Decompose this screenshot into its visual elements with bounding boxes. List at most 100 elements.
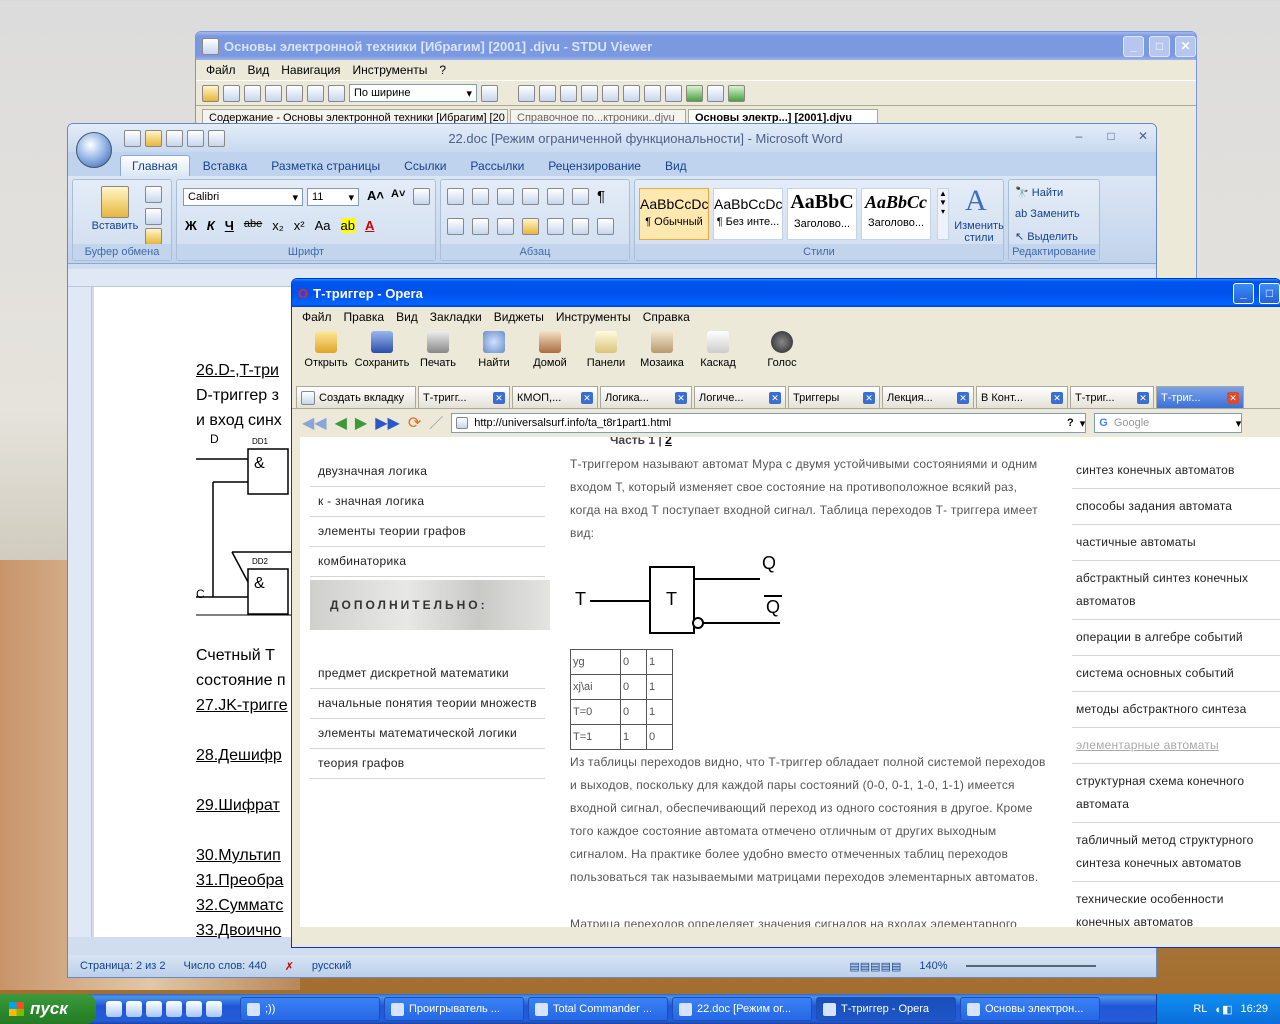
menu-tools[interactable]: Инструменты	[550, 310, 637, 324]
close-tab-icon[interactable]: ✕	[1137, 391, 1149, 404]
tab-view[interactable]: Вид	[654, 156, 698, 176]
menu-view[interactable]: Вид	[390, 310, 424, 324]
zoom-in-icon[interactable]	[481, 84, 498, 102]
close-tab-icon[interactable]: ✕	[769, 391, 781, 404]
taskbar-item[interactable]: Total Commander ...	[528, 997, 668, 1021]
tab-2[interactable]: КМОП,... ✕	[512, 386, 598, 408]
nav-link[interactable]: частичные автоматы	[1072, 525, 1280, 561]
firefox-icon[interactable]	[146, 1001, 162, 1017]
media-player-icon[interactable]	[126, 1001, 142, 1017]
tab-5[interactable]: Триггеры ✕	[788, 386, 880, 408]
spellcheck-icon[interactable]: ✗	[285, 960, 294, 973]
url-field[interactable]: http://universalsurf.info/ta_t8r1part1.h…	[451, 413, 1087, 433]
zoom-select[interactable]: По ширине ▾	[349, 84, 477, 102]
nav-link[interactable]: методы абстрактного синтеза	[1072, 692, 1280, 728]
underline-icon[interactable]: Ч	[225, 218, 234, 233]
hand-tool-icon[interactable]	[581, 84, 598, 102]
preview-icon[interactable]	[208, 129, 225, 147]
paste-button[interactable]: Вставить	[85, 220, 145, 232]
nav-link[interactable]: элементы математической логики	[310, 719, 545, 749]
taskbar-item-active[interactable]: Т-триггер - Opera	[816, 997, 956, 1021]
cut-icon[interactable]	[145, 186, 162, 203]
menu-navigation[interactable]: Навигация	[275, 63, 346, 77]
menu-file[interactable]: Файл	[296, 310, 338, 324]
nav-link[interactable]: абстрактный синтез конечных автоматов	[1072, 561, 1280, 620]
nav-link[interactable]: табличный метод структурного синтеза кон…	[1072, 823, 1280, 882]
decrease-indent-icon[interactable]	[522, 188, 539, 205]
find-icon[interactable]	[560, 84, 577, 102]
mail-icon[interactable]	[186, 1001, 202, 1017]
tray-icons[interactable]: ◐◧	[1215, 1003, 1232, 1016]
new-tab-button[interactable]: Создать вкладку	[296, 386, 416, 408]
nav-link[interactable]: структурная схема конечного автомата	[1072, 764, 1280, 823]
search-field[interactable]: G Google ▾	[1094, 413, 1243, 433]
sync-icon[interactable]	[686, 84, 703, 102]
nav-link[interactable]: элементы теории графов	[310, 517, 545, 547]
print-button[interactable]: Печать	[410, 331, 466, 369]
maximize-button[interactable]: □	[1149, 35, 1170, 57]
close-tab-icon[interactable]: ✕	[1051, 391, 1063, 404]
nav-link-current[interactable]: элементарные автоматы	[1072, 728, 1280, 764]
minimize-button[interactable]: –	[1066, 129, 1092, 147]
ie-icon[interactable]	[106, 1001, 122, 1017]
font-name-select[interactable]: Calibri ▾	[183, 188, 303, 206]
styles-scroll[interactable]: ▲ ▼ ▾	[937, 188, 949, 240]
rewind-icon[interactable]: ◀◀	[302, 413, 327, 433]
fast-forward-icon[interactable]: ▶▶	[375, 413, 400, 433]
nav-link[interactable]: комбинаторика	[310, 547, 545, 577]
tab-mailings[interactable]: Рассылки	[459, 156, 535, 176]
marquee-zoom-icon[interactable]	[644, 84, 661, 102]
rotate-icon[interactable]	[707, 84, 724, 102]
taskbar-item[interactable]: ;))	[240, 997, 380, 1021]
style-heading1[interactable]: AaBbC Заголово...	[787, 188, 857, 240]
style-heading2[interactable]: AaBbCc Заголово...	[861, 188, 931, 240]
tab-review[interactable]: Рецензирование	[537, 156, 652, 176]
close-tab-icon[interactable]: ✕	[1227, 391, 1239, 404]
nav-link[interactable]: операции в алгебре событий	[1072, 620, 1280, 656]
back-icon[interactable]: ◀	[335, 413, 347, 433]
view-buttons[interactable]: ▤▤▤▤▤	[849, 960, 901, 973]
export-icon[interactable]	[244, 84, 261, 102]
nav-link[interactable]: синтез конечных автоматов	[1072, 453, 1280, 489]
maximize-button[interactable]: □	[1098, 129, 1124, 147]
word-titlebar[interactable]: 22.doc [Режим ограниченной функционально…	[68, 124, 1156, 152]
change-styles-button[interactable]: Изменить стили	[951, 220, 1007, 244]
close-tab-icon[interactable]: ✕	[581, 391, 593, 404]
minimize-button[interactable]: _	[1233, 282, 1254, 304]
web-content[interactable]: Часть 1 | 2 двузначная логика к - значна…	[300, 437, 1280, 927]
disk-icon[interactable]	[166, 1001, 182, 1017]
nav-link[interactable]: начальные понятия теории множеств	[310, 689, 545, 719]
multilevel-list-icon[interactable]	[497, 188, 514, 205]
select-button[interactable]: ↖ Выделить	[1015, 230, 1078, 243]
minimize-button[interactable]: _	[1123, 35, 1144, 57]
vertical-ruler[interactable]	[68, 287, 92, 937]
tab-3[interactable]: Логика... ✕	[600, 386, 692, 408]
nav-link[interactable]: система основных событий	[1072, 656, 1280, 692]
stdu-titlebar[interactable]: Основы электронной техники [Ибрагим] [20…	[196, 32, 1196, 60]
align-center-icon[interactable]	[472, 218, 489, 235]
two-page-icon[interactable]	[539, 84, 556, 102]
tab-7[interactable]: В Конт... ✕	[976, 386, 1068, 408]
open-icon[interactable]	[202, 84, 219, 102]
numbering-icon[interactable]	[472, 188, 489, 205]
start-button[interactable]: пуск	[0, 994, 96, 1024]
tab-6[interactable]: Лекция... ✕	[882, 386, 974, 408]
voice-button[interactable]: Голос	[754, 331, 810, 369]
increase-indent-icon[interactable]	[547, 188, 564, 205]
menu-bookmarks[interactable]: Закладки	[424, 310, 488, 324]
tab-page-layout[interactable]: Разметка страницы	[260, 156, 391, 176]
zoom-out-icon[interactable]	[328, 84, 345, 102]
close-button[interactable]: ✕	[1130, 129, 1156, 147]
replace-button[interactable]: ab Заменить	[1015, 208, 1080, 220]
language[interactable]: русский	[312, 960, 351, 972]
undo-icon[interactable]	[124, 129, 141, 147]
close-button[interactable]: ✕	[1175, 35, 1196, 57]
save-icon[interactable]	[187, 129, 204, 147]
tab-4[interactable]: Логиче... ✕	[694, 386, 786, 408]
tab-references[interactable]: Ссылки	[393, 156, 457, 176]
tab-insert[interactable]: Вставка	[192, 156, 259, 176]
word-icon[interactable]	[206, 1001, 222, 1017]
select-text-icon[interactable]	[602, 84, 619, 102]
opera-titlebar[interactable]: O Т-триггер - Opera _ □	[292, 279, 1280, 307]
zoom-level[interactable]: 140%	[919, 960, 947, 972]
